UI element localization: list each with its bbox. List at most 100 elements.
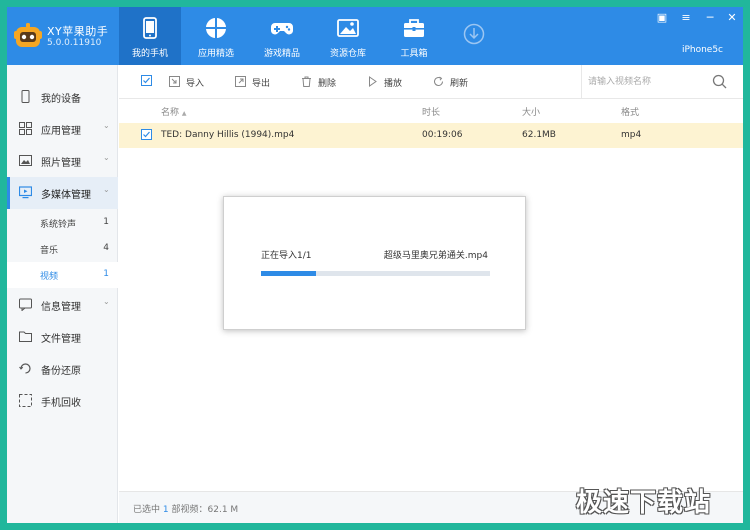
export-label: 导出 (252, 79, 271, 89)
tab-label: 游戏精品 (263, 49, 300, 59)
skin-icon[interactable]: ▣ (655, 11, 669, 25)
download-icon[interactable] (463, 23, 485, 45)
sidebar-item-label: 手机回收 (41, 398, 81, 409)
search-icon[interactable] (712, 74, 727, 89)
subitem-label: 系统铃声 (40, 220, 77, 230)
cell-size: 62.1MB (522, 130, 556, 140)
tab-label: 我的手机 (131, 49, 168, 59)
folder-icon (19, 331, 32, 342)
sidebar-item-label: 应用管理 (41, 126, 81, 137)
subitem-count: 1 (103, 269, 109, 279)
column-header-format[interactable]: 格式 (621, 105, 639, 118)
recycle-icon (19, 394, 32, 407)
sidebar-item-label: 我的设备 (41, 94, 81, 105)
sidebar-item-info-management[interactable]: 信息管理 ⌄ (7, 289, 118, 321)
column-header-duration[interactable]: 时长 (422, 105, 440, 118)
sidebar-item-media-management[interactable]: 多媒体管理 ⌄ (7, 177, 118, 209)
sidebar: 我的设备 应用管理 ⌄ 照片管理 ⌄ 多媒体管理 ⌄ 系统铃声 1 音乐 4 视… (7, 65, 118, 523)
table-row[interactable]: TED: Danny Hillis (1994).mp4 00:19:06 62… (119, 123, 743, 148)
progress-bar-fill (261, 271, 316, 276)
apps-icon (206, 18, 226, 38)
subitem-label: 视频 (40, 272, 59, 282)
play-label: 播放 (384, 79, 403, 89)
tab-my-phone[interactable]: 我的手机 (119, 7, 181, 65)
play-icon (369, 76, 377, 87)
refresh-label: 刷新 (450, 79, 469, 89)
refresh-icon (434, 76, 444, 87)
photo-icon (19, 155, 32, 166)
sort-arrow-icon: ▲ (181, 110, 187, 117)
check-icon (143, 77, 150, 84)
device-name[interactable]: iPhone5c (682, 45, 723, 55)
sidebar-item-label: 多媒体管理 (41, 190, 91, 201)
sidebar-subitem-video[interactable]: 视频 1 (7, 262, 118, 288)
table-header: 名称 ▲ 时长 大小 格式 (119, 100, 743, 122)
message-icon (19, 298, 32, 311)
tab-apps[interactable]: 应用精选 (185, 7, 247, 65)
backup-icon (19, 363, 31, 374)
sidebar-subitem-music[interactable]: 音乐 4 (7, 236, 118, 262)
tab-label: 资源仓库 (329, 49, 366, 59)
image-icon (337, 19, 359, 37)
import-status-text: 正在导入1/1 (261, 251, 312, 261)
subitem-label: 音乐 (40, 246, 59, 256)
row-checkbox[interactable] (141, 129, 152, 140)
sidebar-subitem-ringtones[interactable]: 系统铃声 1 (7, 210, 118, 236)
sidebar-item-photo-management[interactable]: 照片管理 ⌄ (7, 145, 118, 177)
tab-label: 应用精选 (197, 49, 234, 59)
tab-resources[interactable]: 资源仓库 (317, 7, 379, 65)
search-input[interactable] (588, 74, 708, 90)
check-icon (143, 131, 150, 138)
grid-icon (19, 122, 32, 135)
sidebar-item-app-management[interactable]: 应用管理 ⌄ (7, 113, 118, 145)
export-icon (235, 76, 246, 87)
sidebar-item-label: 文件管理 (41, 334, 81, 345)
sidebar-item-phone-recycle[interactable]: 手机回收 (7, 385, 118, 417)
subitem-count: 1 (103, 217, 109, 227)
menu-icon[interactable]: ≡ (679, 11, 693, 25)
sidebar-item-label: 备份还原 (41, 366, 81, 377)
chevron-down-icon: ⌄ (103, 121, 110, 130)
sidebar-item-label: 照片管理 (41, 158, 81, 169)
trash-icon (302, 76, 311, 87)
import-progress-dialog: 正在导入1/1 超级马里奥兄弟通关.mp4 (223, 196, 526, 330)
app-window: XY苹果助手 5.0.0.11910 我的手机 应用精选 游戏精品 资源仓库 工… (7, 7, 743, 523)
delete-label: 删除 (318, 79, 337, 89)
sidebar-item-my-device[interactable]: 我的设备 (7, 81, 118, 113)
tab-toolbox[interactable]: 工具箱 (383, 7, 445, 65)
cell-name: TED: Danny Hillis (1994).mp4 (161, 130, 295, 140)
chevron-up-icon: ⌄ (103, 185, 110, 194)
cell-duration: 00:19:06 (422, 130, 463, 140)
selection-suffix: 部视频：62.1 M (171, 505, 239, 515)
active-indicator (7, 177, 10, 209)
phone-icon (143, 17, 157, 39)
column-header-size[interactable]: 大小 (522, 105, 540, 118)
chevron-down-icon: ⌄ (103, 297, 110, 306)
tab-label: 工具箱 (400, 49, 428, 59)
select-all-checkbox[interactable] (141, 75, 152, 86)
top-header: XY苹果助手 5.0.0.11910 我的手机 应用精选 游戏精品 资源仓库 工… (7, 7, 743, 65)
chevron-down-icon: ⌄ (103, 153, 110, 162)
gamepad-icon (271, 23, 293, 35)
sidebar-item-file-management[interactable]: 文件管理 (7, 321, 118, 353)
search-box (581, 65, 743, 99)
toolbar: 导入 导出 删除 播放 刷新 (119, 65, 743, 99)
sidebar-item-label: 信息管理 (41, 302, 81, 313)
app-name: XY苹果助手 (47, 25, 109, 38)
import-label: 导入 (186, 79, 205, 89)
tab-games[interactable]: 游戏精品 (251, 7, 313, 65)
column-header-name[interactable]: 名称 ▲ (161, 105, 187, 118)
column-header-label: 名称 (161, 108, 180, 118)
toolbox-icon (404, 19, 424, 37)
device-icon (21, 90, 30, 103)
site-watermark: 极速下载站 (576, 488, 712, 518)
close-icon[interactable]: ✕ (725, 11, 739, 25)
app-logo-icon (14, 23, 42, 47)
selection-summary: 已选中 1 部视频：62.1 M (133, 502, 238, 515)
import-icon (169, 76, 180, 87)
selection-prefix: 已选中 (133, 505, 161, 515)
import-filename: 超级马里奥兄弟通关.mp4 (383, 251, 488, 261)
sidebar-item-backup-restore[interactable]: 备份还原 (7, 353, 118, 385)
cell-format: mp4 (621, 130, 642, 140)
minimize-icon[interactable]: ─ (703, 11, 717, 25)
